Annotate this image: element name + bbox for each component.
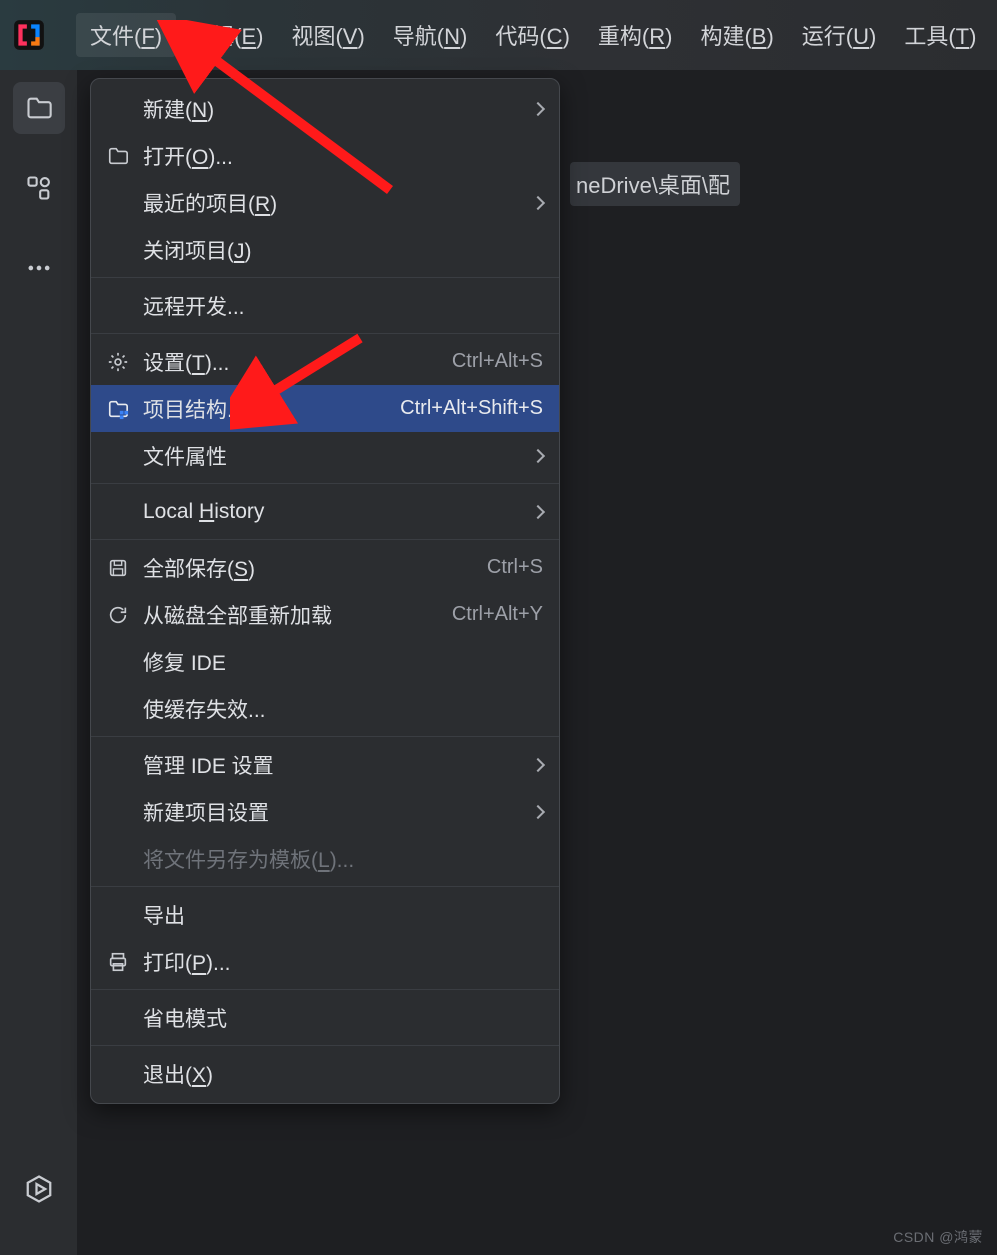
- menu-item-label: 将文件另存为模板(L)...: [143, 844, 543, 874]
- menu-e[interactable]: 编辑(E): [176, 13, 277, 57]
- left-toolstrip: [0, 70, 78, 1255]
- menu-item-shortcut: Ctrl+S: [487, 556, 543, 579]
- file-menu-导出[interactable]: 导出: [91, 891, 559, 938]
- file-menu-省电模式[interactable]: 省电模式: [91, 994, 559, 1041]
- menu-r[interactable]: 重构(R): [584, 13, 687, 57]
- menu-item-shortcut: Ctrl+Alt+S: [452, 350, 543, 373]
- file-menu-打印[interactable]: 打印(P)...: [91, 938, 559, 985]
- menu-item-label: 省电模式: [143, 1003, 543, 1033]
- file-menu-将文件另存为模板: 将文件另存为模板(L)...: [91, 835, 559, 882]
- menu-v[interactable]: 视图(V): [277, 13, 378, 57]
- menu-item-label: 打开(O)...: [143, 141, 543, 171]
- project-tool-button[interactable]: [13, 82, 65, 134]
- menu-f[interactable]: 文件(F): [76, 13, 176, 57]
- menu-separator: [91, 483, 559, 484]
- file-menu-管理-ide-设置[interactable]: 管理 IDE 设置: [91, 741, 559, 788]
- file-menu-关闭项目[interactable]: 关闭项目(J): [91, 226, 559, 273]
- structure-tool-button[interactable]: [13, 162, 65, 214]
- play-hex-icon: [24, 1174, 54, 1204]
- menu-separator: [91, 989, 559, 990]
- menu-n[interactable]: 导航(N): [379, 13, 482, 57]
- menu-item-label: 远程开发...: [143, 291, 543, 321]
- watermark: CSDN @鸿蒙: [893, 1227, 983, 1247]
- chevron-right-icon: [531, 757, 545, 771]
- chevron-right-icon: [531, 195, 545, 209]
- menu-item-label: 修复 IDE: [143, 647, 543, 677]
- file-menu-修复-ide[interactable]: 修复 IDE: [91, 638, 559, 685]
- menubar: 文件(F)编辑(E)视图(V)导航(N)代码(C)重构(R)构建(B)运行(U)…: [0, 0, 997, 70]
- menu-u[interactable]: 运行(U): [788, 13, 891, 57]
- menu-t[interactable]: 工具(T): [890, 13, 990, 57]
- breadcrumb-path: neDrive\桌面\配: [570, 162, 740, 206]
- menu-b[interactable]: 构建(B): [686, 13, 787, 57]
- structure-icon: [25, 174, 53, 202]
- menu-item-label: Local History: [143, 500, 511, 524]
- print-icon: [105, 949, 131, 975]
- file-menu-local-history[interactable]: Local History: [91, 488, 559, 535]
- chevron-right-icon: [531, 448, 545, 462]
- menu-item-label: 新建(N): [143, 94, 511, 124]
- file-menu-打开[interactable]: 打开(O)...: [91, 132, 559, 179]
- menu-separator: [91, 333, 559, 334]
- menu-item-label: 全部保存(S): [143, 553, 463, 583]
- folder-icon: [105, 143, 131, 169]
- menu-item-label: 新建项目设置: [143, 797, 511, 827]
- menu-item-label: 打印(P)...: [143, 947, 543, 977]
- menu-item-label: 设置(T)...: [143, 347, 428, 377]
- file-menu-新建[interactable]: 新建(N): [91, 85, 559, 132]
- file-menu-使缓存失效[interactable]: 使缓存失效...: [91, 685, 559, 732]
- menu-item-label: 最近的项目(R): [143, 188, 511, 218]
- menu-separator: [91, 1045, 559, 1046]
- gear-icon: [105, 349, 131, 375]
- menu-item-label: 从磁盘全部重新加载: [143, 600, 428, 630]
- menu-item-label: 关闭项目(J): [143, 235, 543, 265]
- chevron-right-icon: [531, 504, 545, 518]
- file-menu-新建项目设置[interactable]: 新建项目设置: [91, 788, 559, 835]
- save-icon: [105, 555, 131, 581]
- app-logo-icon: [12, 18, 46, 52]
- menu-item-label: 退出(X): [143, 1059, 543, 1089]
- menu-item-label: 管理 IDE 设置: [143, 750, 511, 780]
- menu-item-label: 导出: [143, 900, 543, 930]
- services-tool-button[interactable]: [13, 1163, 65, 1215]
- menu-separator: [91, 736, 559, 737]
- more-tool-button[interactable]: [13, 242, 65, 294]
- menu-item-label: 文件属性: [143, 441, 511, 471]
- menu-item-shortcut: Ctrl+Alt+Shift+S: [400, 397, 543, 420]
- menu-separator: [91, 886, 559, 887]
- chevron-right-icon: [531, 101, 545, 115]
- menu-separator: [91, 539, 559, 540]
- file-menu-全部保存[interactable]: 全部保存(S) Ctrl+S: [91, 544, 559, 591]
- file-menu-dropdown: 新建(N) 打开(O)... 最近的项目(R) 关闭项目(J) 远程开发... 设置(T)…: [90, 78, 560, 1104]
- file-menu-设置[interactable]: 设置(T)... Ctrl+Alt+S: [91, 338, 559, 385]
- chevron-right-icon: [531, 804, 545, 818]
- file-menu-远程开发[interactable]: 远程开发...: [91, 282, 559, 329]
- reload-icon: [105, 602, 131, 628]
- menu-separator: [91, 277, 559, 278]
- file-menu-文件属性[interactable]: 文件属性: [91, 432, 559, 479]
- proj-struct-icon: [105, 396, 131, 422]
- menu-item-label: 使缓存失效...: [143, 694, 543, 724]
- folder-icon: [25, 94, 53, 122]
- menu-item-label: 项目结构...: [143, 394, 376, 424]
- file-menu-退出[interactable]: 退出(X): [91, 1050, 559, 1097]
- file-menu-项目结构[interactable]: 项目结构... Ctrl+Alt+Shift+S: [91, 385, 559, 432]
- menu-c[interactable]: 代码(C): [481, 13, 584, 57]
- file-menu-从磁盘全部重新加载[interactable]: 从磁盘全部重新加载 Ctrl+Alt+Y: [91, 591, 559, 638]
- dots-icon: [25, 254, 53, 282]
- file-menu-最近的项目[interactable]: 最近的项目(R): [91, 179, 559, 226]
- menu-item-shortcut: Ctrl+Alt+Y: [452, 603, 543, 626]
